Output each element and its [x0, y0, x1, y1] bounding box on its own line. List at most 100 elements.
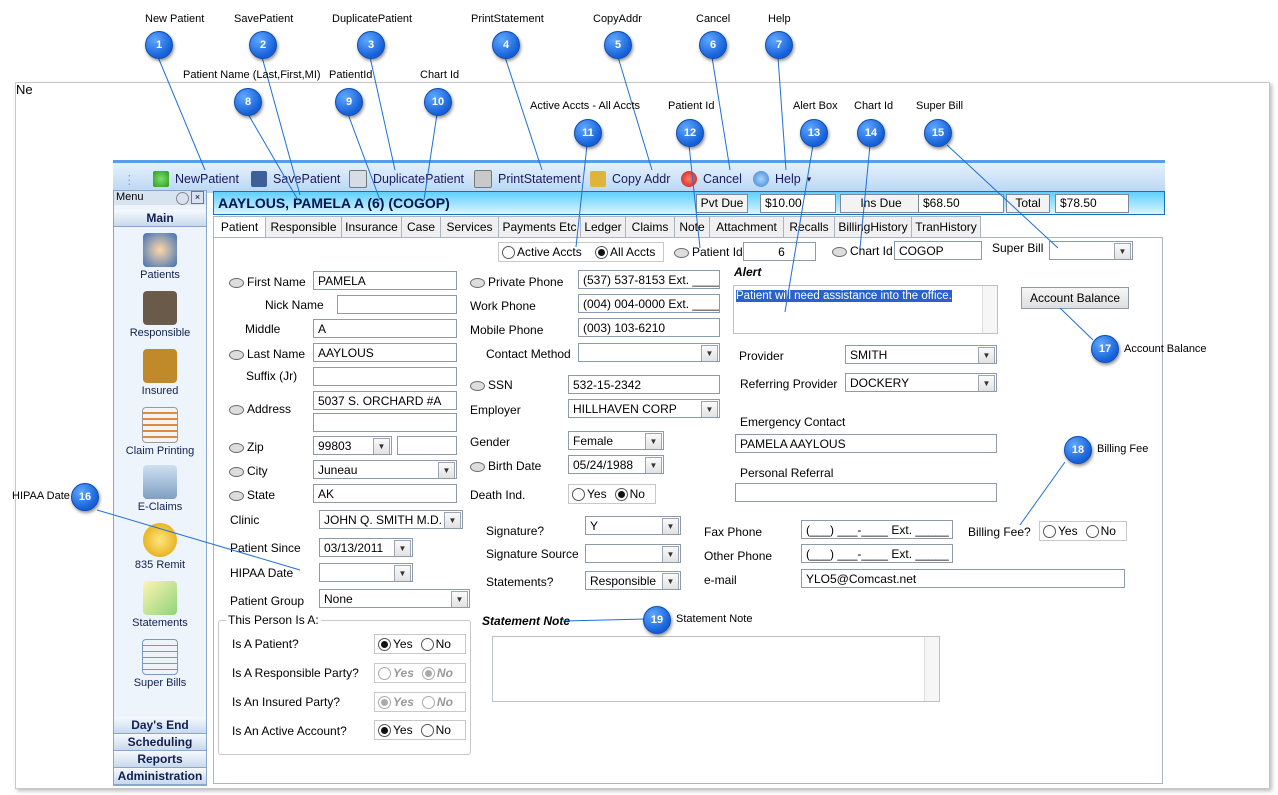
- menu-item-patients[interactable]: Patients: [118, 231, 202, 287]
- billing-fee-radio[interactable]: Yes No: [1039, 521, 1127, 541]
- ins-due-button[interactable]: Ins Due: [840, 194, 922, 213]
- state-field[interactable]: AK: [313, 484, 457, 503]
- menu-section-main[interactable]: Main: [114, 210, 206, 227]
- patient-group-select[interactable]: None ▼: [319, 589, 470, 608]
- tab-payments[interactable]: Payments Etc: [498, 216, 581, 237]
- patient-id-field[interactable]: 6: [743, 242, 816, 261]
- active-accts-radio[interactable]: Active Accts: [502, 245, 582, 260]
- menu-item-835-remit[interactable]: 835 Remit: [118, 521, 202, 577]
- tab-insurance[interactable]: Insurance: [341, 216, 402, 237]
- city-select[interactable]: Juneau ▼: [313, 460, 457, 479]
- employer-select[interactable]: HILLHAVEN CORP ▼: [568, 399, 720, 418]
- personal-referral-field[interactable]: [735, 483, 997, 502]
- menu-item-responsible[interactable]: Responsible: [118, 289, 202, 345]
- ssn-field[interactable]: 532-15-2342: [568, 375, 720, 394]
- eye-icon[interactable]: [229, 349, 244, 360]
- provider-select[interactable]: SMITH ▼: [845, 345, 997, 364]
- total-button[interactable]: Total: [1006, 194, 1050, 213]
- menu-section-days-end[interactable]: Day's End: [114, 717, 206, 734]
- scrollbar[interactable]: [982, 286, 997, 333]
- close-icon[interactable]: ×: [191, 191, 204, 204]
- super-bill-select[interactable]: ▼: [1049, 241, 1133, 260]
- signature-source-select[interactable]: ▼: [585, 544, 681, 563]
- mobile-phone-field[interactable]: (003) 103-6210: [578, 318, 720, 337]
- fax-phone-field[interactable]: (___) ___-____ Ext. _____: [801, 520, 953, 539]
- referring-provider-select[interactable]: DOCKERY ▼: [845, 373, 997, 392]
- help-button[interactable]: Help ▾: [753, 169, 811, 189]
- eye-icon[interactable]: [229, 404, 244, 415]
- save-patient-button[interactable]: SavePatient: [251, 169, 340, 189]
- eye-icon[interactable]: [470, 461, 485, 472]
- duplicate-patient-button[interactable]: DuplicatePatient: [349, 169, 464, 189]
- statement-note-field[interactable]: [492, 636, 940, 702]
- menu-section-reports[interactable]: Reports: [114, 751, 206, 768]
- is-patient-radio[interactable]: Yes No: [374, 634, 466, 654]
- birth-date-field[interactable]: 05/24/1988 ▼: [568, 455, 664, 474]
- emergency-contact-field[interactable]: PAMELA AAYLOUS: [735, 434, 997, 453]
- cancel-button[interactable]: Cancel: [681, 169, 742, 189]
- statements-select[interactable]: Responsible ▼: [585, 571, 681, 590]
- chevron-down-icon: ▼: [451, 591, 468, 607]
- signature-select[interactable]: Y ▼: [585, 516, 681, 535]
- cancel-label: Cancel: [703, 172, 742, 186]
- menu-section-administration[interactable]: Administration: [114, 768, 206, 785]
- tab-billing-history[interactable]: BillingHistory: [834, 216, 912, 237]
- other-phone-field[interactable]: (___) ___-____ Ext. _____: [801, 544, 953, 563]
- private-phone-field[interactable]: (537) 537-8153 Ext. _____: [578, 270, 720, 289]
- is-active-radio[interactable]: Yes No: [374, 720, 466, 740]
- last-name-field[interactable]: AAYLOUS: [313, 343, 457, 362]
- zip-select[interactable]: 99803 ▼: [313, 436, 392, 455]
- clinic-select[interactable]: JOHN Q. SMITH M.D. C ▼: [319, 510, 463, 529]
- hipaa-date-field[interactable]: ▼: [319, 563, 413, 582]
- is-insured-radio: Yes No: [374, 692, 466, 712]
- menu-item-e-claims[interactable]: E-Claims: [118, 463, 202, 519]
- account-balance-button[interactable]: Account Balance: [1021, 287, 1129, 309]
- gender-select[interactable]: Female ▼: [568, 431, 664, 450]
- tab-claims[interactable]: Claims: [625, 216, 675, 237]
- suffix-field[interactable]: [313, 367, 457, 386]
- tab-attachment[interactable]: Attachment: [709, 216, 784, 237]
- copy-addr-button[interactable]: Copy Addr: [590, 169, 670, 189]
- middle-field[interactable]: A: [313, 319, 457, 338]
- tab-tran-history[interactable]: TranHistory: [911, 216, 981, 237]
- email-field[interactable]: YLO5@Comcast.net: [801, 569, 1125, 588]
- menu-item-insured[interactable]: Insured: [118, 347, 202, 403]
- menu-item-claim-printing[interactable]: Claim Printing: [118, 405, 202, 461]
- tab-services[interactable]: Services: [440, 216, 499, 237]
- tab-note[interactable]: Note: [674, 216, 710, 237]
- all-accts-radio[interactable]: All Accts: [595, 245, 655, 260]
- new-patient-button[interactable]: NewPatient: [153, 169, 239, 189]
- eye-icon[interactable]: [470, 277, 485, 288]
- eye-icon[interactable]: [229, 466, 244, 477]
- tab-recalls[interactable]: Recalls: [783, 216, 835, 237]
- first-name-field[interactable]: PAMELA: [313, 271, 457, 290]
- contact-method-select[interactable]: ▼: [578, 343, 720, 362]
- eye-icon[interactable]: [674, 247, 689, 258]
- eye-icon[interactable]: [229, 442, 244, 453]
- tab-ledger[interactable]: Ledger: [580, 216, 626, 237]
- address-line2-field[interactable]: [313, 413, 457, 432]
- eye-icon[interactable]: [470, 380, 485, 391]
- patient-since-date[interactable]: 03/13/2011 ▼: [319, 538, 413, 557]
- tab-case[interactable]: Case: [401, 216, 441, 237]
- scrollbar[interactable]: [924, 637, 939, 701]
- death-ind-radio[interactable]: Yes No: [568, 484, 656, 504]
- eye-icon[interactable]: [229, 277, 244, 288]
- chart-id-field[interactable]: COGOP: [894, 241, 982, 260]
- work-phone-field[interactable]: (004) 004-0000 Ext. _____: [578, 294, 720, 313]
- zip-ext-field[interactable]: [397, 436, 457, 455]
- eye-icon[interactable]: [229, 490, 244, 501]
- pvt-due-button[interactable]: Pvt Due: [696, 194, 748, 213]
- nick-name-field[interactable]: [337, 295, 457, 314]
- print-statement-button[interactable]: PrintStatement: [474, 169, 581, 189]
- menu-item-statements[interactable]: Statements: [118, 579, 202, 635]
- tab-patient[interactable]: Patient: [213, 216, 266, 238]
- alert-box[interactable]: Patient will need assistance into the of…: [733, 285, 998, 334]
- tab-responsible[interactable]: Responsible: [265, 216, 342, 237]
- chevron-down-icon[interactable]: ▾: [807, 174, 812, 185]
- eye-icon[interactable]: [832, 246, 847, 257]
- address-line1-field[interactable]: 5037 S. ORCHARD #A: [313, 391, 457, 410]
- pin-icon[interactable]: [176, 192, 189, 205]
- menu-item-super-bills[interactable]: Super Bills: [118, 637, 202, 693]
- menu-section-scheduling[interactable]: Scheduling: [114, 734, 206, 751]
